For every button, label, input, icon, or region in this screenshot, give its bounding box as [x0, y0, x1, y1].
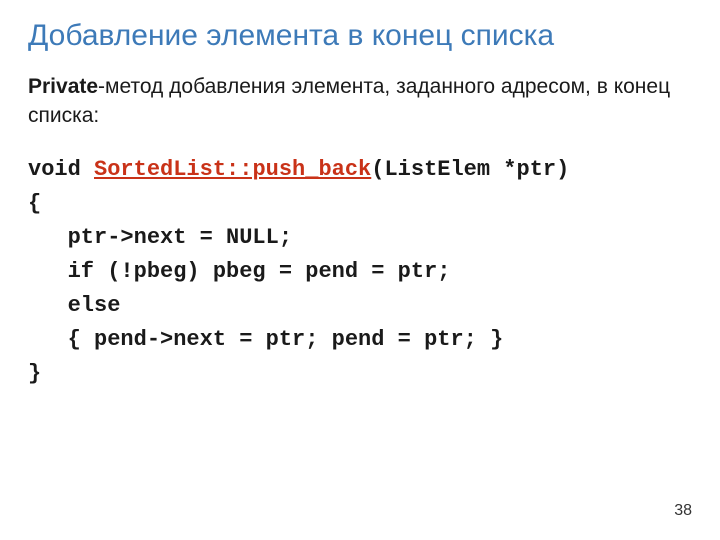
code-line-3: ptr->next = NULL;	[28, 221, 692, 255]
code-line-2: {	[28, 187, 692, 221]
desc-rest: -метод добавления элемента, заданного ад…	[28, 75, 670, 127]
code-method-name: SortedList::push_back	[94, 157, 371, 182]
page-number: 38	[674, 502, 692, 520]
code-line-4: if (!pbeg) pbeg = pend = ptr;	[28, 255, 692, 289]
code-params: (ListElem *ptr)	[371, 157, 569, 182]
slide-description: Private-метод добавления элемента, задан…	[28, 72, 692, 131]
code-line-7: }	[28, 357, 692, 391]
slide-title: Добавление элемента в конец списка	[28, 18, 692, 54]
code-block: void SortedList::push_back(ListElem *ptr…	[28, 153, 692, 392]
code-keyword-void: void	[28, 157, 94, 182]
code-line-6: { pend->next = ptr; pend = ptr; }	[28, 323, 692, 357]
code-line-5: else	[28, 289, 692, 323]
code-line-1: void SortedList::push_back(ListElem *ptr…	[28, 153, 692, 187]
desc-bold: Private	[28, 75, 98, 98]
